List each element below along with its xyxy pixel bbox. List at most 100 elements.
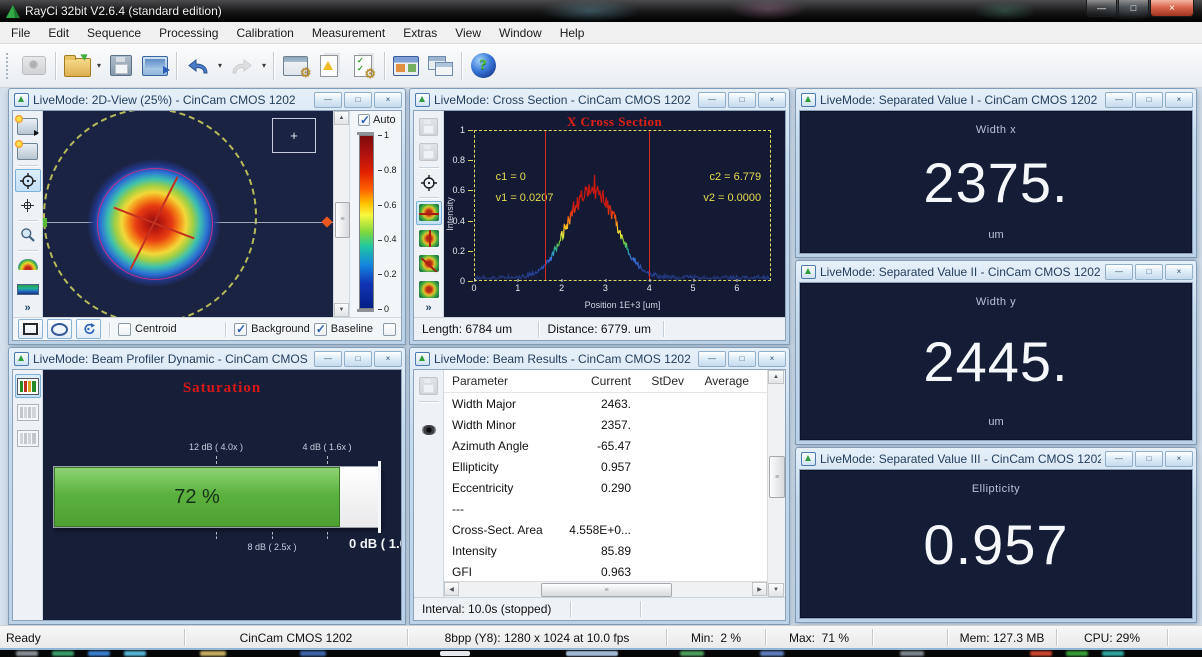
width-marker-line[interactable] [545,131,546,280]
background-checkbox[interactable]: Background [234,323,310,336]
column-current[interactable]: Current [564,374,635,388]
export-display-button[interactable] [139,49,171,83]
menu-item-measurement[interactable]: Measurement [303,23,394,43]
cursor-left-marker[interactable] [43,218,47,227]
menu-item-edit[interactable]: Edit [39,23,78,43]
x-cross-section-button[interactable] [416,201,442,224]
menu-item-processing[interactable]: Processing [150,23,227,43]
separated-value-1-titlebar[interactable]: LiveMode: Separated Value I - CinCam CMO… [796,89,1196,110]
table-hscrollbar[interactable]: ◀ ≡ ▶ [444,581,767,597]
scroll-thumb[interactable]: ≡ [335,202,350,238]
app-titlebar[interactable]: RayCi 32bit V2.6.4 (standard edition) —□… [0,0,1202,22]
acquire-device-button[interactable] [18,49,50,83]
beam-image[interactable]: + [43,111,333,317]
menu-item-window[interactable]: Window [490,23,551,43]
restore-button[interactable]: □ [728,92,756,108]
y-cross-section-button[interactable] [416,227,442,250]
menu-item-help[interactable]: Help [551,23,594,43]
more-tools-button[interactable]: » [24,302,30,314]
copy-image-button[interactable] [15,140,41,163]
auto-checkbox[interactable]: Auto [358,114,401,126]
table-row[interactable]: GFI0.963 [444,561,767,581]
minimize-button[interactable]: — [1105,92,1133,108]
table-row[interactable]: Eccentricity0.290 [444,477,767,498]
restore-button[interactable]: □ [344,92,372,108]
ellipse-roi-button[interactable] [47,319,72,339]
zoom-region-box[interactable]: + [272,118,316,153]
menu-item-file[interactable]: File [2,23,39,43]
open-dropdown[interactable]: ▾ [94,49,104,83]
save-profile-button[interactable] [416,115,442,138]
scroll-up-button[interactable]: ▲ [334,111,349,125]
minimize-button[interactable]: — [698,92,726,108]
image-browser-button[interactable] [390,49,422,83]
column-average[interactable]: Average [688,374,753,388]
scroll-down-button[interactable]: ▼ [334,303,349,317]
restore-button[interactable]: □ [1135,264,1163,280]
minimize-button[interactable]: — [1105,451,1133,467]
minimize-button[interactable]: — [698,351,726,367]
restore-button[interactable]: □ [1135,92,1163,108]
cascade-windows-button[interactable] [424,49,456,83]
rect-roi-button[interactable] [18,319,43,339]
menu-item-extras[interactable]: Extras [394,23,446,43]
table-row[interactable]: Intensity85.89 [444,540,767,561]
beam-profiler-titlebar[interactable]: LiveMode: Beam Profiler Dynamic - CinCam… [9,348,405,369]
undo-button[interactable] [182,49,214,83]
menu-item-sequence[interactable]: Sequence [78,23,150,43]
cross-section-plot[interactable]: X Cross Section Intensity [444,111,785,317]
cross-section-titlebar[interactable]: LiveMode: Cross Section - CinCam CMOS 12… [410,89,789,110]
close-button[interactable]: × [374,92,402,108]
save-data-button[interactable] [416,140,442,163]
save-results-button[interactable] [416,374,442,398]
crosshair-tool-button[interactable] [15,169,41,192]
free-cross-section-button[interactable] [416,278,442,301]
rotate-roi-button[interactable] [76,319,101,339]
toolbar-grip-handle[interactable] [6,53,11,79]
colormap-button[interactable] [15,278,41,301]
3d-view-button[interactable] [15,253,41,276]
scroll-right-button[interactable]: ▶ [752,582,767,596]
results-table-header[interactable]: Parameter Current StDev Average [444,370,767,393]
2d-view-titlebar[interactable]: LiveMode: 2D-View (25%) - CinCam CMOS 12… [9,89,405,110]
scroll-down-button[interactable]: ▼ [768,583,784,597]
redo-dropdown[interactable]: ▾ [259,49,269,83]
width-marker-line[interactable] [649,131,650,280]
separated-value-2-titlebar[interactable]: LiveMode: Separated Value II - CinCam CM… [796,261,1196,282]
restore-button[interactable]: □ [344,351,372,367]
table-row[interactable]: Ellipticity0.957 [444,456,767,477]
column-parameter[interactable]: Parameter [452,374,564,388]
minimize-button[interactable]: — [1086,0,1117,17]
image-scrollbar[interactable]: ▲ ≡ ▼ [333,111,349,317]
baseline-checkbox[interactable]: Baseline [314,323,373,336]
table-row[interactable]: Azimuth Angle-65.47 [444,435,767,456]
minimize-button[interactable]: — [1105,264,1133,280]
measurement-settings-button[interactable]: ✓✓⚙ [347,49,379,83]
more-tools-button[interactable]: » [425,302,431,314]
trend-button[interactable] [15,426,41,450]
minimize-button[interactable]: — [314,92,342,108]
crosshair-tool-button[interactable] [416,171,442,194]
scroll-thumb[interactable]: ≡ [541,583,672,597]
cursor-right-marker[interactable] [321,216,332,227]
device-settings-button[interactable]: ⚙ [279,49,311,83]
redo-button[interactable] [226,49,258,83]
save-button[interactable] [105,49,137,83]
menu-item-calibration[interactable]: Calibration [227,23,302,43]
close-button[interactable]: × [374,351,402,367]
axes-tool-button[interactable] [15,194,41,217]
undo-dropdown[interactable]: ▾ [215,49,225,83]
dynamic-range-button[interactable] [15,374,41,398]
restore-button[interactable]: □ [1135,451,1163,467]
report-button[interactable] [313,49,345,83]
open-button[interactable] [61,49,93,83]
restore-button[interactable]: □ [1118,0,1149,17]
column-stdev[interactable]: StDev [635,374,688,388]
separated-value-3-titlebar[interactable]: LiveMode: Separated Value III - CinCam C… [796,448,1196,469]
table-row[interactable]: Width Minor2357. [444,414,767,435]
close-button[interactable]: × [1165,264,1193,280]
table-row[interactable]: Width Major2463. [444,393,767,414]
histogram-button[interactable] [15,400,41,424]
centroid-checkbox[interactable]: Centroid [118,323,177,336]
table-vscrollbar[interactable]: ▲ ≡ ▼ [767,370,785,597]
